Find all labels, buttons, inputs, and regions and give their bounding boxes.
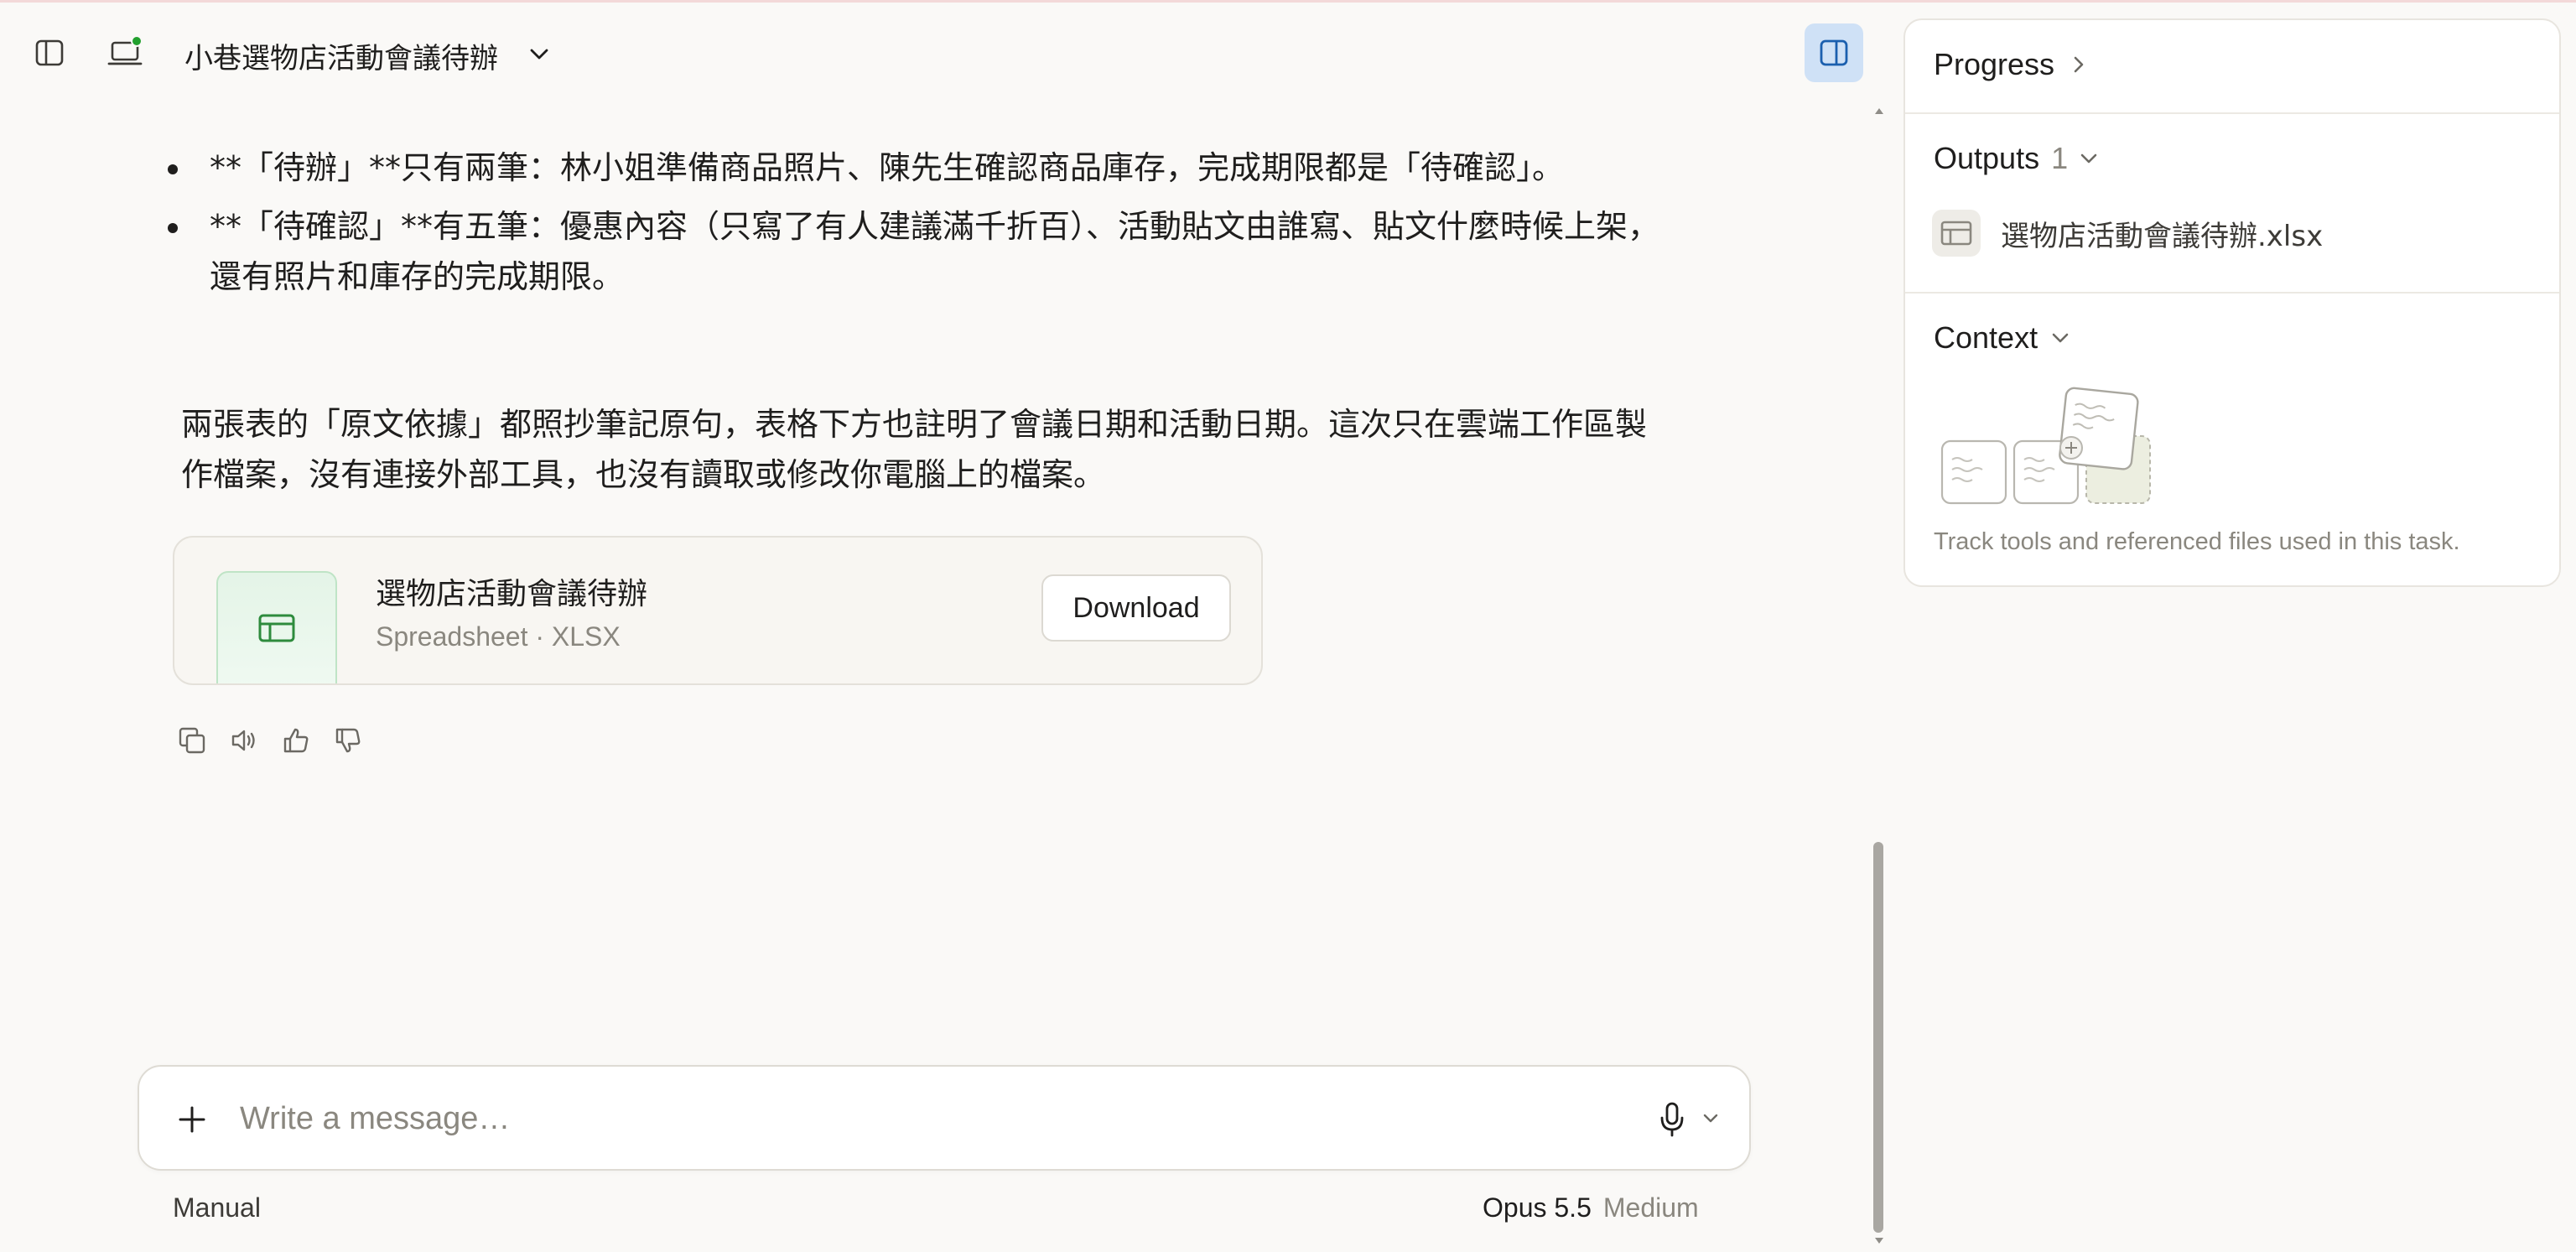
- model-selector[interactable]: Opus 5.5 Medium: [1483, 1192, 1699, 1223]
- voice-options-chevron-icon[interactable]: [1699, 1107, 1722, 1130]
- download-button[interactable]: Download: [1041, 574, 1231, 642]
- context-title: Context: [1934, 320, 2038, 355]
- spreadsheet-thumbnail: [216, 571, 337, 683]
- spreadsheet-icon: [258, 614, 295, 642]
- online-status-dot: [131, 35, 143, 47]
- scroll-down-arrow-icon[interactable]: [1873, 1234, 1885, 1246]
- list-item: **「待辦」**只有兩筆：林小姐準備商品照片、陳先生確認商品庫存，完成期限都是「…: [168, 143, 1669, 193]
- plus-icon: [179, 1106, 205, 1133]
- conversation-title[interactable]: 小巷選物店活動會議待辦: [184, 35, 498, 76]
- message-actions: [176, 725, 364, 756]
- list-item: **「待確認」**有五筆：優惠內容（只寫了有人建議滿千折百）、活動貼文由誰寫、貼…: [168, 201, 1669, 302]
- sidebar-toggle-icon[interactable]: [32, 35, 67, 70]
- laptop-icon[interactable]: [104, 34, 146, 72]
- message-composer: [138, 1065, 1751, 1171]
- effort-level: Medium: [1602, 1192, 1699, 1223]
- thumbs-up-icon[interactable]: [280, 725, 312, 756]
- spreadsheet-icon: [1932, 210, 1981, 257]
- outputs-section-header[interactable]: Outputs 1: [1934, 141, 2101, 176]
- chevron-down-icon[interactable]: [525, 40, 553, 69]
- speaker-icon[interactable]: [228, 725, 260, 756]
- output-file-name: 選物店活動會議待辦.xlsx: [2001, 219, 2324, 253]
- context-files-illustration: [1939, 386, 2165, 512]
- add-attachment-button[interactable]: [173, 1100, 211, 1139]
- divider: [1905, 292, 2559, 294]
- context-description: Track tools and referenced files used in…: [1934, 528, 2460, 555]
- file-attachment-card[interactable]: 選物店活動會議待辦 Spreadsheet · XLSX Download: [173, 536, 1263, 685]
- model-name: Opus 5.5: [1483, 1192, 1592, 1223]
- outputs-count: 1: [2051, 141, 2069, 175]
- context-section-header[interactable]: Context: [1934, 320, 2073, 356]
- thumbs-down-icon[interactable]: [332, 725, 364, 756]
- top-accent-line: [0, 0, 2576, 3]
- message-paragraph: 兩張表的「原文依據」都照抄筆記原句，表格下方也註明了會議日期和活動日期。這次只在…: [181, 406, 1648, 493]
- copy-icon[interactable]: [176, 725, 208, 756]
- conversation-area: **「待辦」**只有兩筆：林小姐準備商品照片、陳先生確認商品庫存，完成期限都是「…: [0, 92, 1845, 1057]
- output-file-item[interactable]: 選物店活動會議待辦.xlsx: [1932, 210, 2323, 257]
- task-side-panel: Progress Outputs 1 選物店活動會議待辦.xlsx Contex…: [1903, 18, 2561, 587]
- panel-right-icon: [1820, 39, 1848, 66]
- file-meta: Spreadsheet · XLSX: [376, 621, 621, 652]
- progress-section-header[interactable]: Progress: [1934, 47, 2091, 82]
- mode-selector[interactable]: Manual: [173, 1192, 261, 1223]
- progress-title: Progress: [1934, 47, 2055, 81]
- file-name: 選物店活動會議待辦: [376, 577, 648, 611]
- chevron-down-icon: [2080, 153, 2097, 164]
- scroll-up-arrow-icon[interactable]: [1873, 106, 1885, 117]
- panel-toggle-button[interactable]: [1805, 23, 1863, 82]
- divider: [1905, 112, 2559, 114]
- outputs-title: Outputs: [1934, 141, 2040, 175]
- chevron-right-icon: [2074, 56, 2084, 73]
- header: 小巷選物店活動會議待辦: [0, 17, 1878, 87]
- microphone-icon[interactable]: [1652, 1099, 1692, 1140]
- chevron-down-icon: [2052, 333, 2069, 343]
- message-bullet-list: **「待辦」**只有兩筆：林小姐準備商品照片、陳先生確認商品庫存，完成期限都是「…: [168, 143, 1669, 310]
- message-input[interactable]: [240, 1092, 1581, 1146]
- scrollbar-thumb[interactable]: [1873, 842, 1883, 1233]
